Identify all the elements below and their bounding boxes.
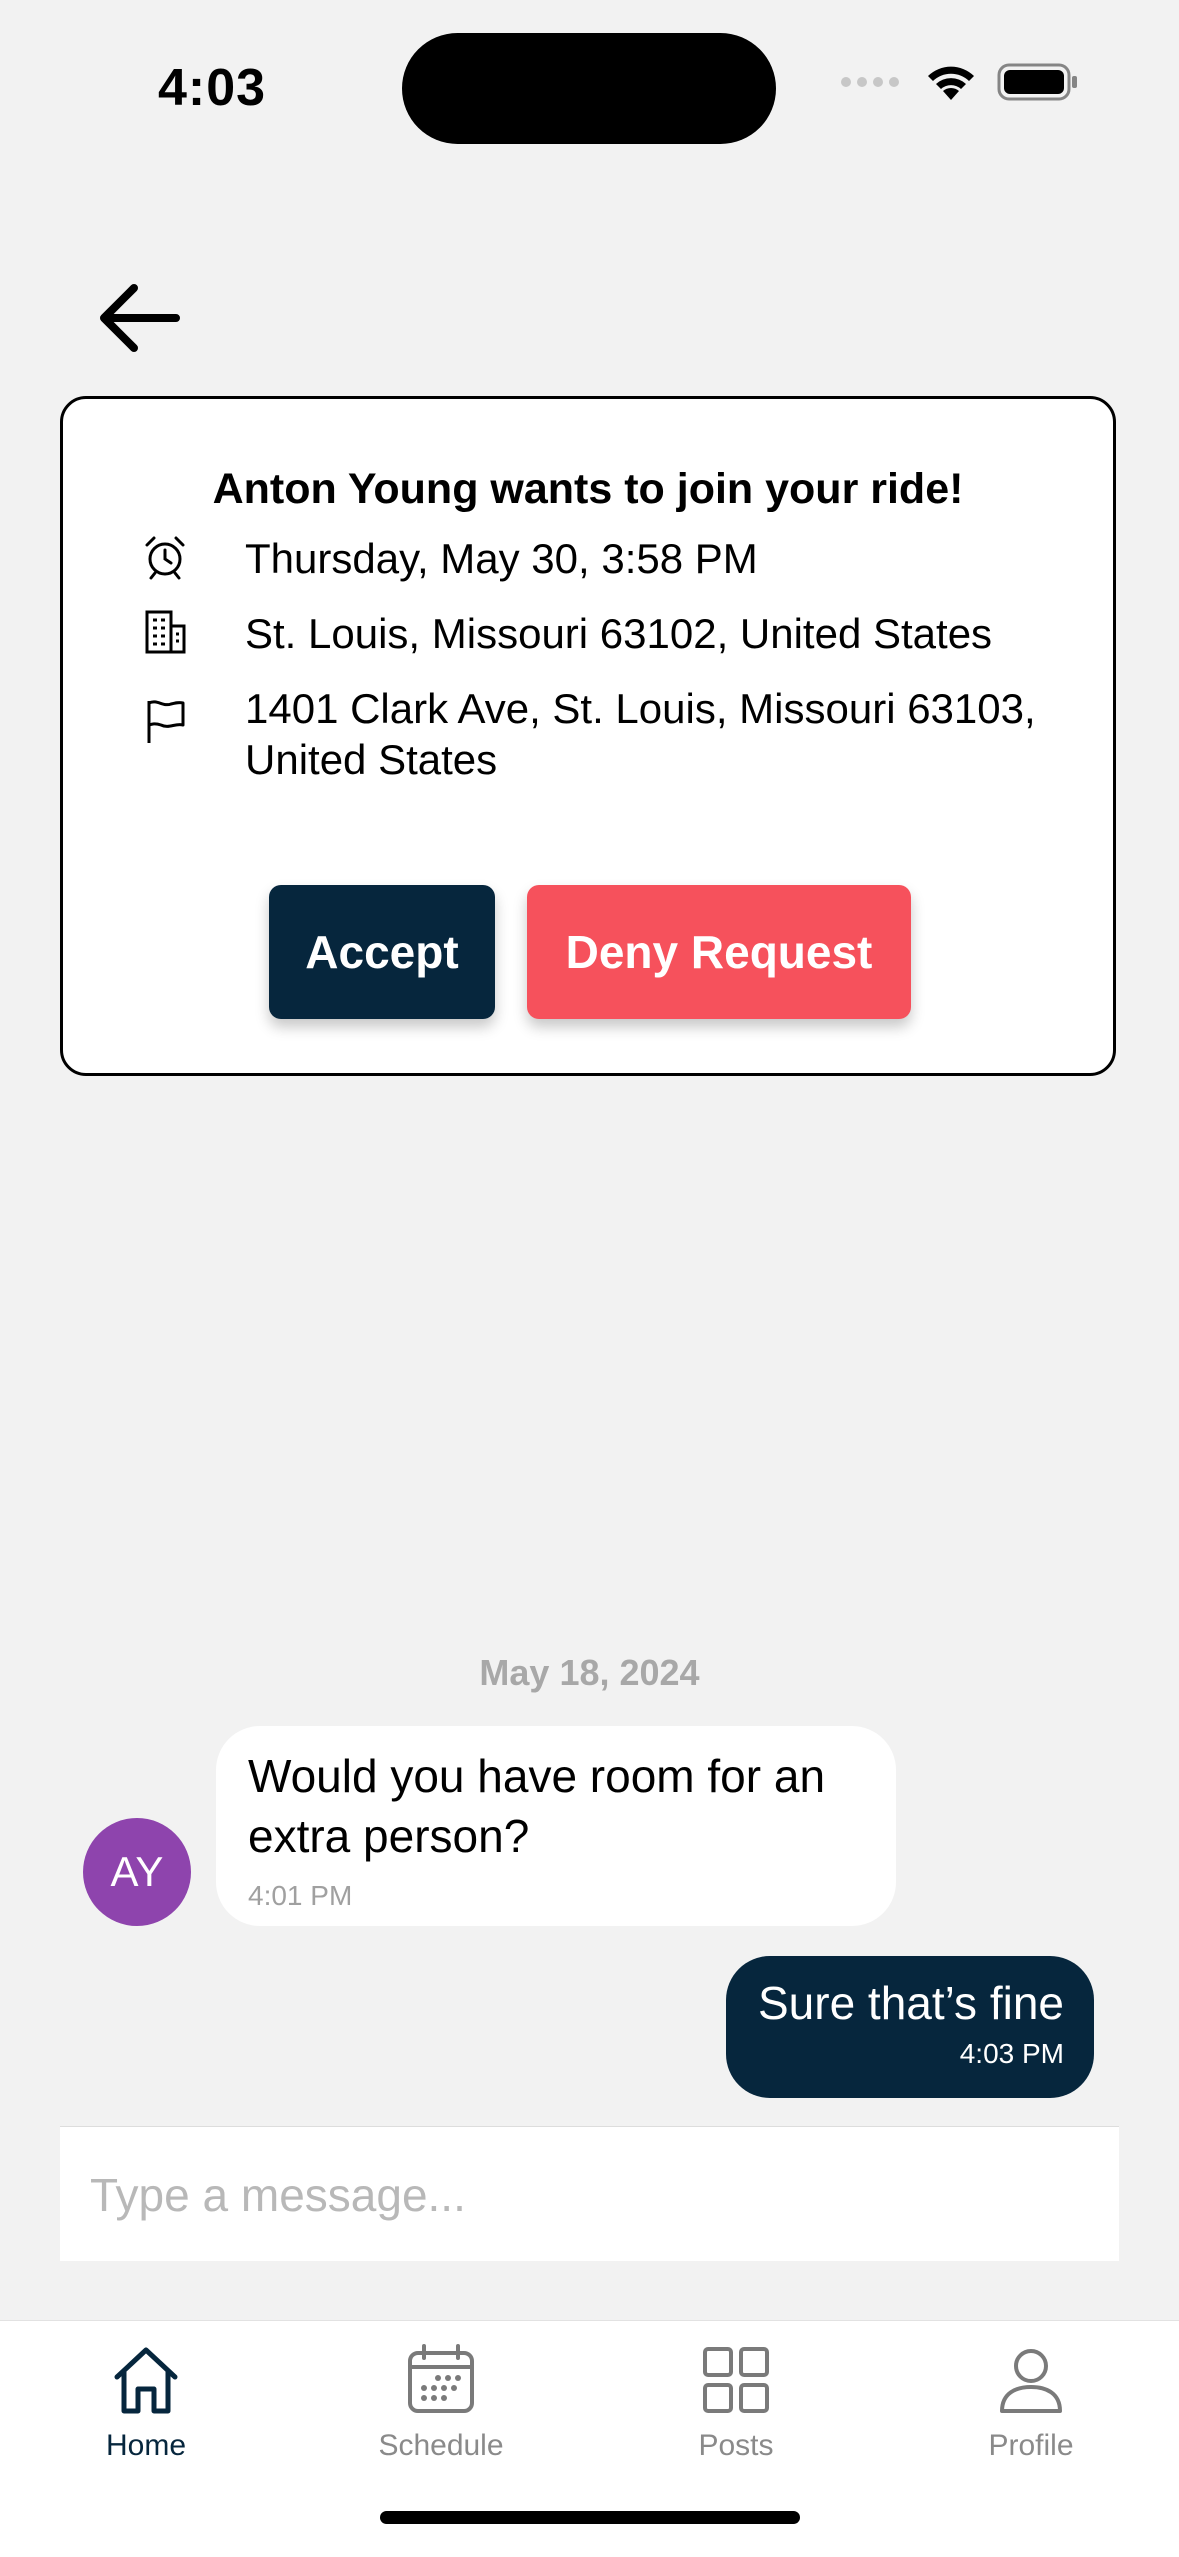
tab-label: Home [105, 2429, 187, 2462]
request-dropoff-row: 1401 Clark Ave, St. Louis, Missouri 6310… [141, 683, 1065, 785]
ride-request-card: Anton Young wants to join your ride! Thu… [60, 396, 1116, 1076]
tab-home[interactable]: Home [46, 2341, 246, 2463]
dynamic-island [402, 33, 776, 144]
message-time: 4:01 PM [248, 1880, 353, 1911]
grid-icon [703, 2347, 769, 2413]
arrow-left-icon [100, 284, 180, 352]
message-input[interactable] [88, 2127, 1082, 2263]
back-button[interactable] [96, 280, 180, 356]
building-icon [145, 610, 186, 654]
person-icon [1000, 2349, 1062, 2413]
message-time: 4:03 PM [959, 2038, 1064, 2069]
message-text: Sure that’s fine [757, 1977, 1064, 2029]
incoming-message-bubble: Would you have room for an extra person?… [216, 1726, 896, 1926]
tab-schedule[interactable]: Schedule [341, 2341, 541, 2463]
status-icons [841, 62, 1079, 102]
home-indicator [380, 2511, 800, 2524]
accept-button[interactable]: Accept [269, 885, 495, 1019]
tab-label: Posts [698, 2429, 774, 2462]
avatar[interactable]: AY [83, 1818, 191, 1926]
request-pickup-row: St. Louis, Missouri 63102, United States [141, 608, 1065, 659]
tab-profile[interactable]: Profile [931, 2341, 1131, 2463]
tab-label: Schedule [378, 2429, 504, 2462]
request-dropoff-location: 1401 Clark Ave, St. Louis, Missouri 6310… [245, 685, 1036, 783]
outgoing-message-bubble: Sure that’s fine 4:03 PM [725, 1956, 1094, 2098]
calendar-icon [408, 2344, 474, 2413]
request-datetime: Thursday, May 30, 3:58 PM [245, 535, 758, 582]
battery-icon [997, 63, 1077, 101]
flag-icon [147, 700, 185, 743]
message-composer [60, 2126, 1119, 2263]
request-datetime-row: Thursday, May 30, 3:58 PM [141, 533, 1065, 584]
status-time: 4:03 [158, 59, 267, 117]
wifi-icon [928, 66, 974, 100]
home-icon [114, 2347, 178, 2414]
tab-label: Profile [988, 2429, 1074, 2462]
request-title: Anton Young wants to join your ride! [212, 465, 964, 513]
chat-date-separator: May 18, 2024 [479, 1652, 700, 1693]
cellular-signal-icon [841, 77, 899, 87]
tab-posts[interactable]: Posts [636, 2341, 836, 2463]
alarm-clock-icon [145, 536, 185, 580]
message-text: Would you have room for an extra person? [248, 1750, 826, 1862]
request-pickup-location: St. Louis, Missouri 63102, United States [245, 610, 993, 657]
deny-request-button[interactable]: Deny Request [527, 885, 911, 1019]
